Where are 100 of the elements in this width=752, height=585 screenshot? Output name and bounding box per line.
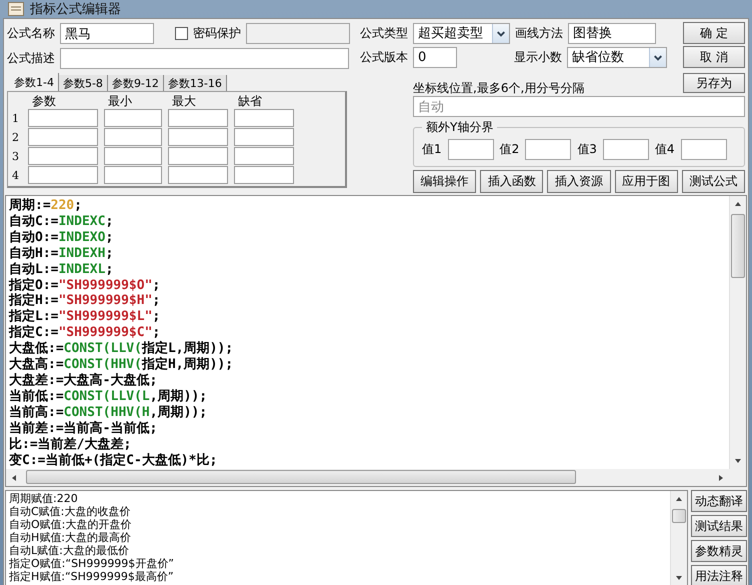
code-line: 变C:=当前低+(指定C-大盘低)*比; bbox=[9, 452, 218, 468]
caret-icon bbox=[492, 24, 509, 42]
side-button[interactable]: 动态翻译 bbox=[691, 490, 747, 512]
field-label: 公式类型 bbox=[360, 24, 408, 42]
code-editor[interactable] bbox=[5, 195, 747, 487]
param-input[interactable] bbox=[104, 147, 162, 165]
scroll-up-icon[interactable] bbox=[675, 495, 683, 503]
vertical-scrollbar[interactable] bbox=[670, 491, 687, 585]
param-input[interactable] bbox=[28, 147, 98, 165]
row-number: 3 bbox=[12, 148, 20, 164]
row-number: 2 bbox=[12, 130, 20, 146]
param-input[interactable] bbox=[28, 166, 98, 184]
toolbar-button[interactable]: 测试公式 bbox=[682, 170, 746, 193]
password-input[interactable] bbox=[246, 23, 350, 44]
column-header: 最大 bbox=[171, 94, 197, 108]
save-as-button[interactable]: 另存为 bbox=[683, 73, 745, 93]
output-line: 周期赋值:220 bbox=[9, 492, 79, 505]
code-line: 大盘差:=大盘高-大盘低; bbox=[9, 372, 158, 389]
decimals-dropdown[interactable]: 缺省位数 bbox=[567, 46, 667, 68]
param-input[interactable] bbox=[168, 166, 228, 184]
vertical-scrollbar[interactable] bbox=[729, 196, 746, 469]
param-input[interactable] bbox=[104, 128, 162, 146]
description-input[interactable] bbox=[60, 48, 349, 69]
field-label: 公式描述 bbox=[7, 50, 55, 67]
scroll-right-icon[interactable] bbox=[717, 474, 725, 482]
field-label: 值1 bbox=[422, 140, 442, 158]
scroll-left-icon[interactable] bbox=[10, 474, 18, 482]
param-input[interactable] bbox=[28, 109, 98, 127]
scroll-down-icon[interactable] bbox=[675, 574, 683, 582]
code-line: 指定L:="SH999999$L"; bbox=[9, 309, 162, 324]
code-line: 当前差:=当前高-当前低; bbox=[9, 420, 158, 437]
param-input[interactable] bbox=[234, 128, 294, 146]
bound-input[interactable] bbox=[525, 138, 572, 160]
scrollbar-thumb[interactable] bbox=[731, 214, 745, 278]
param-input[interactable] bbox=[234, 166, 294, 184]
code-line: 当前高:=CONST(HHV(H,周期)); bbox=[9, 404, 208, 420]
cancel-button[interactable]: 取 消 bbox=[683, 46, 745, 68]
toolbar-button[interactable]: 插入资源 bbox=[547, 170, 611, 193]
field-label: 显示小数 bbox=[514, 48, 562, 66]
code-line: 周期:=220; bbox=[9, 198, 83, 214]
group-title: 额外Y轴分界 bbox=[422, 119, 498, 136]
toolbar-button[interactable]: 插入函数 bbox=[480, 170, 544, 193]
param-tab[interactable]: 参数5-8 bbox=[58, 75, 108, 91]
side-button[interactable]: 参数精灵 bbox=[691, 540, 747, 562]
field-label: 值2 bbox=[500, 140, 520, 158]
param-input[interactable] bbox=[168, 147, 228, 165]
param-input[interactable] bbox=[168, 128, 228, 146]
field-label: 公式名称 bbox=[7, 25, 55, 42]
draw-method-dropdown[interactable]: 图替换 bbox=[568, 22, 656, 44]
param-input[interactable] bbox=[104, 166, 162, 184]
output-line: 自动O赋值:大盘的开盘价 bbox=[9, 518, 132, 531]
window-title: 指标公式编辑器 bbox=[30, 1, 121, 18]
field-label: 公式版本 bbox=[360, 48, 408, 66]
side-button[interactable]: 用法注释 bbox=[691, 565, 747, 585]
caret-icon bbox=[649, 48, 666, 66]
scrollbar-thumb[interactable] bbox=[672, 509, 686, 523]
param-input[interactable] bbox=[234, 109, 294, 127]
toolbar-button[interactable]: 编辑操作 bbox=[413, 170, 476, 193]
output-line: 指定H赋值:“SH999999$最高价” bbox=[9, 570, 175, 583]
param-input[interactable] bbox=[28, 128, 98, 146]
type-dropdown[interactable]: 超买超卖型 bbox=[413, 22, 510, 44]
code-line: 自动L:=INDEXL; bbox=[9, 262, 114, 278]
code-line: 自动O:=INDEXO; bbox=[9, 230, 114, 246]
output-line: 自动L赋值:大盘的最低价 bbox=[9, 544, 130, 557]
bound-input[interactable] bbox=[602, 138, 649, 160]
side-button[interactable]: 测试结果 bbox=[691, 515, 747, 537]
toolbar-button[interactable]: 应用于图 bbox=[614, 170, 678, 193]
param-tab[interactable]: 参数13-16 bbox=[164, 75, 227, 91]
column-header: 缺省 bbox=[237, 94, 263, 108]
field-label: 画线方法 bbox=[515, 24, 563, 42]
formula-name-input[interactable]: 黑马 bbox=[60, 23, 154, 44]
scroll-up-icon[interactable] bbox=[734, 200, 742, 208]
scroll-down-icon[interactable] bbox=[734, 457, 742, 465]
param-input[interactable] bbox=[234, 147, 294, 165]
column-header: 参数 bbox=[31, 94, 57, 108]
axis-input[interactable]: 自动 bbox=[413, 96, 745, 117]
code-line: 指定H:="SH999999$H"; bbox=[9, 293, 162, 308]
window-icon bbox=[8, 2, 24, 16]
code-line: 自动C:=INDEXC; bbox=[9, 214, 114, 230]
bound-input[interactable] bbox=[448, 138, 494, 160]
param-input[interactable] bbox=[168, 109, 228, 127]
param-tab[interactable]: 参数9-12 bbox=[108, 75, 164, 91]
row-number: 1 bbox=[12, 110, 20, 126]
output-line: 自动H赋值:大盘的最高价 bbox=[9, 531, 132, 544]
field-label: 值3 bbox=[577, 140, 597, 158]
ok-button[interactable]: 确 定 bbox=[683, 22, 745, 44]
bound-input[interactable] bbox=[680, 138, 727, 160]
code-line: 自动H:=INDEXH; bbox=[9, 246, 114, 262]
version-input[interactable]: 0 bbox=[413, 46, 457, 68]
axis-label: 坐标线位置,最多6个,用分号分隔 bbox=[413, 80, 584, 96]
param-input[interactable] bbox=[104, 109, 162, 127]
code-line: 指定C:="SH999999$C"; bbox=[9, 325, 162, 340]
password-checkbox[interactable]: 密码保护 bbox=[175, 25, 241, 42]
scrollbar-thumb[interactable] bbox=[26, 470, 576, 484]
code-line: 指定O:="SH999999$O"; bbox=[9, 278, 162, 293]
code-line: 当前低:=CONST(LLV(L,周期)); bbox=[9, 388, 208, 404]
column-header: 最小 bbox=[107, 94, 133, 108]
horizontal-scrollbar[interactable] bbox=[6, 469, 729, 486]
row-number: 4 bbox=[12, 168, 20, 184]
code-line: 大盘低:=CONST(LLV(指定L,周期)); bbox=[9, 341, 234, 356]
